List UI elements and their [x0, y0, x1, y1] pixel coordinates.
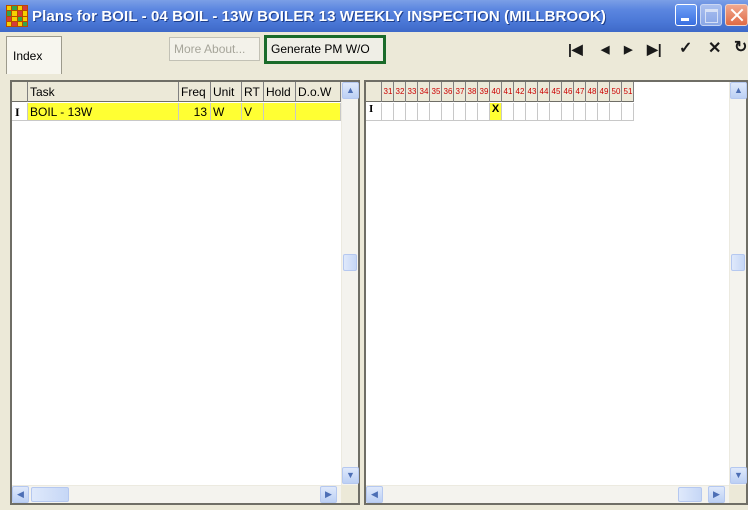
week-cell[interactable]: X	[490, 103, 502, 121]
cell-unit[interactable]: W	[211, 103, 242, 121]
week-column-header[interactable]: 38	[466, 82, 478, 102]
week-cell[interactable]	[478, 103, 490, 121]
confirm-check-icon[interactable]: ✓	[679, 38, 692, 58]
cancel-x-icon[interactable]: ✕	[708, 38, 721, 58]
week-column-header[interactable]: 46	[562, 82, 574, 102]
scroll-left-icon[interactable]: ◀	[12, 486, 29, 503]
week-column-header[interactable]: 43	[526, 82, 538, 102]
cell-task[interactable]: BOIL - 13W	[28, 103, 179, 121]
column-header-hold[interactable]: Hold	[264, 82, 296, 102]
week-cell[interactable]	[586, 103, 598, 121]
week-cell[interactable]	[382, 103, 394, 121]
cell-freq[interactable]: 13	[179, 103, 211, 121]
scroll-corner	[729, 485, 746, 503]
window-title: Plans for BOIL - 04 BOIL - 13W BOILER 13…	[32, 7, 607, 25]
scroll-thumb[interactable]	[343, 254, 357, 271]
week-column-header[interactable]: 45	[550, 82, 562, 102]
week-column-header[interactable]: 42	[514, 82, 526, 102]
minimize-icon[interactable]	[675, 4, 697, 26]
vertical-scrollbar[interactable]: ▲ ▼	[729, 82, 747, 485]
refresh-icon[interactable]: ↻	[734, 37, 747, 57]
week-cell[interactable]	[538, 103, 550, 121]
scroll-down-icon[interactable]: ▼	[730, 467, 747, 484]
cell-hold[interactable]	[264, 103, 296, 121]
title-bar: Plans for BOIL - 04 BOIL - 13W BOILER 13…	[0, 0, 748, 32]
week-column-header[interactable]: 32	[394, 82, 406, 102]
last-record-icon[interactable]: ▶|	[647, 41, 662, 58]
week-column-header[interactable]: 47	[574, 82, 586, 102]
scroll-left-icon[interactable]: ◀	[366, 486, 383, 503]
column-header-unit[interactable]: Unit	[211, 82, 242, 102]
task-grid-header: Task Freq Unit RT Hold D.o.W	[12, 82, 341, 102]
row-indicator: I	[366, 103, 382, 121]
scroll-thumb[interactable]	[31, 487, 69, 502]
scroll-thumb[interactable]	[731, 254, 745, 271]
prev-record-icon[interactable]: ◀	[601, 43, 609, 56]
week-cell[interactable]	[526, 103, 538, 121]
week-cell[interactable]	[514, 103, 526, 121]
scroll-corner	[341, 485, 358, 503]
row-indicator: I	[12, 103, 28, 121]
app-grid-icon	[6, 5, 28, 27]
close-icon[interactable]	[725, 4, 748, 26]
maximize-icon[interactable]	[700, 4, 722, 26]
vertical-scrollbar[interactable]: ▲ ▼	[341, 82, 359, 485]
week-column-header[interactable]: 36	[442, 82, 454, 102]
column-header-freq[interactable]: Freq	[179, 82, 211, 102]
week-column-header[interactable]: 39	[478, 82, 490, 102]
week-cell[interactable]	[442, 103, 454, 121]
week-column-header[interactable]: 49	[598, 82, 610, 102]
scroll-up-icon[interactable]: ▲	[342, 82, 359, 99]
week-cell[interactable]	[610, 103, 622, 121]
week-grid: 31 32 33 34 35 36 37 38 39 40 41 42 43 44 45 46 47 48 49 50…	[364, 80, 748, 505]
column-header-task[interactable]: Task	[28, 82, 179, 102]
column-header-indicator	[366, 82, 382, 102]
week-cell[interactable]	[622, 103, 634, 121]
table-row[interactable]: I X	[366, 103, 634, 121]
column-header-dow[interactable]: D.o.W	[296, 82, 341, 102]
tab-index[interactable]: Index	[6, 36, 62, 74]
week-column-header[interactable]: 31	[382, 82, 394, 102]
more-about-button[interactable]: More About...	[169, 37, 260, 61]
week-column-header[interactable]: 44	[538, 82, 550, 102]
scroll-right-icon[interactable]: ▶	[708, 486, 725, 503]
week-column-header[interactable]: 48	[586, 82, 598, 102]
week-cell[interactable]	[574, 103, 586, 121]
column-header-indicator	[12, 82, 28, 102]
cell-dow[interactable]	[296, 103, 341, 121]
scroll-right-icon[interactable]: ▶	[320, 486, 337, 503]
week-grid-header: 31 32 33 34 35 36 37 38 39 40 41 42 43 44 45 46 47 48 49 50…	[366, 82, 634, 102]
generate-pm-wo-button[interactable]: Generate PM W/O	[264, 35, 386, 64]
scroll-thumb[interactable]	[678, 487, 702, 502]
week-column-header[interactable]: 35	[430, 82, 442, 102]
week-cell[interactable]	[418, 103, 430, 121]
first-record-icon[interactable]: |◀	[568, 41, 583, 58]
horizontal-scrollbar[interactable]: ◀ ▶	[12, 485, 358, 503]
week-cell[interactable]	[550, 103, 562, 121]
week-column-header[interactable]: 51	[622, 82, 634, 102]
week-cell[interactable]	[598, 103, 610, 121]
week-column-header[interactable]: 37	[454, 82, 466, 102]
week-column-header[interactable]: 33	[406, 82, 418, 102]
table-row[interactable]: I BOIL - 13W 13 W V	[12, 103, 341, 121]
week-column-header[interactable]: 40	[490, 82, 502, 102]
task-grid: Task Freq Unit RT Hold D.o.W I BOIL - 13…	[10, 80, 360, 505]
toolbar: Index More About... Generate PM W/O |◀ ◀…	[0, 32, 748, 74]
week-cell[interactable]	[502, 103, 514, 121]
scroll-up-icon[interactable]: ▲	[730, 82, 747, 99]
week-cell[interactable]	[454, 103, 466, 121]
column-header-rt[interactable]: RT	[242, 82, 264, 102]
horizontal-scrollbar[interactable]: ◀ ▶	[366, 485, 746, 503]
cell-rt[interactable]: V	[242, 103, 264, 121]
next-record-icon[interactable]: ▶	[624, 43, 632, 56]
week-cell[interactable]	[562, 103, 574, 121]
week-column-header[interactable]: 50	[610, 82, 622, 102]
week-cell[interactable]	[406, 103, 418, 121]
week-cell[interactable]	[394, 103, 406, 121]
week-column-header[interactable]: 34	[418, 82, 430, 102]
week-cell[interactable]	[466, 103, 478, 121]
scroll-down-icon[interactable]: ▼	[342, 467, 359, 484]
week-cell[interactable]	[430, 103, 442, 121]
week-column-header[interactable]: 41	[502, 82, 514, 102]
